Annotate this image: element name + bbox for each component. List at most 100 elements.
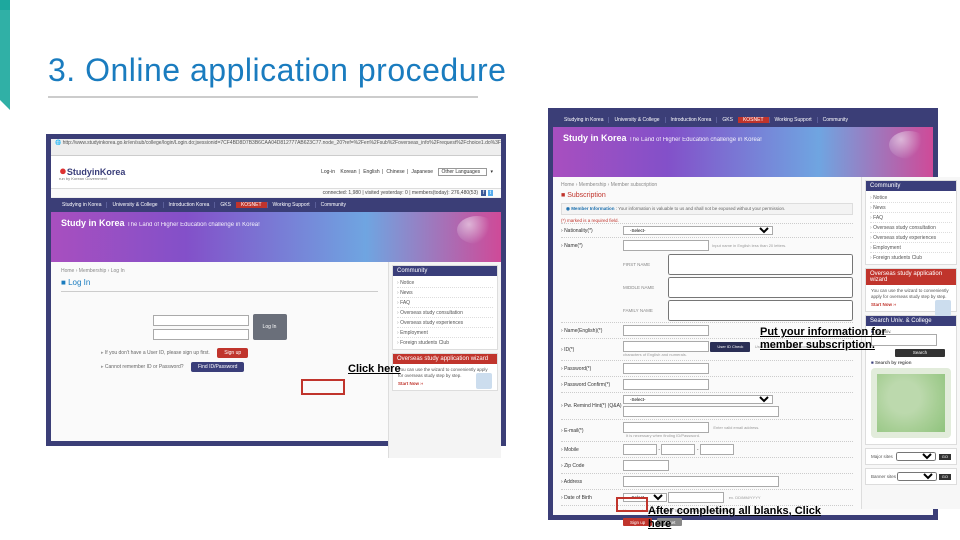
label-mobile: › Mobile xyxy=(561,447,623,453)
nav2-kosnet[interactable]: KOSNET xyxy=(738,117,769,123)
go-button-1[interactable]: GO xyxy=(939,454,951,459)
nav-kosnet[interactable]: KOSNET xyxy=(236,202,267,208)
nationality-select[interactable]: -Select- xyxy=(623,226,773,235)
sidebar-item-consult[interactable]: Overseas study consultation xyxy=(397,307,493,317)
s2-item-exp[interactable]: Overseas study experiences xyxy=(870,232,952,242)
label-middle: MIDDLE NAME xyxy=(623,285,665,290)
lang-chinese[interactable]: Chinese xyxy=(386,169,404,175)
nav-community[interactable]: Community xyxy=(315,202,351,208)
sidebar-item-club[interactable]: Foreign students Club xyxy=(397,337,493,347)
annotation-after-blanks: After completing all blanks, Click here xyxy=(648,505,838,530)
id-input[interactable] xyxy=(623,341,709,352)
site-logo[interactable]: ●StudyinKorea run by Korean Government xyxy=(59,164,125,181)
mobile-1[interactable] xyxy=(623,444,657,455)
s2-item-club[interactable]: Foreign students Club xyxy=(870,252,952,262)
nav-intro[interactable]: Introduction Korea xyxy=(163,202,215,208)
login-form: Log In xyxy=(61,314,378,340)
sidebar: Community Notice News FAQ Overseas study… xyxy=(388,262,501,458)
find-id-button[interactable]: Find ID/Password xyxy=(191,362,244,372)
pw-input[interactable] xyxy=(623,363,709,374)
s2-search-header: Search Univ. & College xyxy=(866,316,956,326)
name-input[interactable] xyxy=(623,240,709,251)
go-button-2[interactable]: GO xyxy=(939,474,951,479)
lang-english[interactable]: English xyxy=(363,169,379,175)
label-zip: › Zip Code xyxy=(561,463,623,469)
annotation-put-info: Put your information for member subscrip… xyxy=(760,326,920,351)
globe-icon: 🌐 xyxy=(55,140,61,146)
hint-answer-input[interactable] xyxy=(623,406,779,417)
nav2-studying[interactable]: Studying in Korea xyxy=(559,117,608,123)
nav-working[interactable]: Working Support xyxy=(267,202,315,208)
nav-gks[interactable]: GKS xyxy=(214,202,236,208)
banner-sites-select[interactable] xyxy=(897,472,937,481)
s2-wizard-header: Overseas study application wizard xyxy=(866,269,956,285)
s2-item-consult[interactable]: Overseas study consultation xyxy=(870,222,952,232)
sidebar-community-header: Community xyxy=(393,266,497,276)
id-check-button[interactable]: User ID Check xyxy=(710,342,750,352)
s2-item-emp[interactable]: Employment xyxy=(870,242,952,252)
s2-item-news[interactable]: News xyxy=(870,202,952,212)
nav2-university[interactable]: University & College xyxy=(608,117,664,123)
name-en-input[interactable] xyxy=(623,325,709,336)
label-name-en: › Name(English)(*) xyxy=(561,328,623,334)
label-pw: › Password(*) xyxy=(561,366,623,372)
sidebar-item-faq[interactable]: FAQ xyxy=(397,297,493,307)
subscription-heading: Subscription xyxy=(561,192,853,199)
s2-item-faq[interactable]: FAQ xyxy=(870,212,952,222)
twitter-icon[interactable]: t xyxy=(488,190,493,196)
login-button[interactable]: Log In xyxy=(253,314,287,340)
language-bar: Log-in Korean| English| Chinese| Japanes… xyxy=(319,168,493,176)
nav2-community[interactable]: Community xyxy=(817,117,853,123)
title-underline xyxy=(48,96,478,98)
nav2-working[interactable]: Working Support xyxy=(769,117,817,123)
nav2-gks[interactable]: GKS xyxy=(716,117,738,123)
label-nationality: › Nationality(*) xyxy=(561,228,623,234)
facebook-icon[interactable]: f xyxy=(481,190,486,196)
sidebar-item-employment[interactable]: Employment xyxy=(397,327,493,337)
annotation-click-here: Click here xyxy=(348,363,401,376)
firstname-input[interactable] xyxy=(668,254,853,275)
userid-input[interactable] xyxy=(153,315,249,326)
member-info-box: ◉ Member Information : Your information … xyxy=(561,203,853,215)
email-input[interactable] xyxy=(623,422,709,433)
sidebar-item-notice[interactable]: Notice xyxy=(397,278,493,287)
hint-select[interactable]: -Select- xyxy=(623,395,773,404)
label-email: › E-mail(*) xyxy=(561,428,623,434)
signup-hint: If you don't have a User ID, please sign… xyxy=(101,348,378,358)
addr-input[interactable] xyxy=(623,476,779,487)
login-link[interactable]: Log-in xyxy=(321,169,335,175)
other-languages-select[interactable]: Other Languages xyxy=(438,168,487,176)
hero-banner-2: Study in Korea The Land of Higher Educat… xyxy=(553,127,933,177)
lang-korean[interactable]: Korean xyxy=(340,169,356,175)
nav2-intro[interactable]: Introduction Korea xyxy=(665,117,717,123)
dob-input[interactable] xyxy=(668,492,724,503)
nav-studying[interactable]: Studying in Korea xyxy=(57,202,106,208)
sidebar-item-news[interactable]: News xyxy=(397,287,493,297)
familyname-input[interactable] xyxy=(668,300,853,321)
label-family: FAMILY NAME xyxy=(623,308,665,313)
lang-japanese[interactable]: Japanese xyxy=(411,169,433,175)
hero-banner: Study in Korea The Land of Higher Educat… xyxy=(51,212,501,262)
browser-address-bar[interactable]: 🌐 http://www.studyinkorea.go.kr/en/sub/c… xyxy=(51,139,501,156)
password-input[interactable] xyxy=(153,329,249,340)
wizard-start-link[interactable]: Start Now ›› xyxy=(398,381,423,387)
main-nav: Studying in Korea University & College I… xyxy=(51,198,501,212)
pwc-input[interactable] xyxy=(623,379,709,390)
major-sites-select[interactable] xyxy=(896,452,936,461)
login-heading: Log In xyxy=(61,278,378,287)
sidebar-item-experiences[interactable]: Overseas study experiences xyxy=(397,317,493,327)
site-stats: connected: 1,980 | visited yesterday: 0 … xyxy=(51,189,501,198)
site-header: ●StudyinKorea run by Korean Government L… xyxy=(51,156,501,189)
signup-button[interactable]: Sign up xyxy=(217,348,248,358)
screenshot-login-page: 🌐 http://www.studyinkorea.go.kr/en/sub/c… xyxy=(46,134,506,446)
mobile-2[interactable] xyxy=(661,444,695,455)
s2-item-notice[interactable]: Notice xyxy=(870,193,952,202)
mobile-3[interactable] xyxy=(700,444,734,455)
login-main: Home › Membership › Log In Log In Log In… xyxy=(51,262,388,458)
korea-map[interactable] xyxy=(871,368,951,438)
zip-input[interactable] xyxy=(623,460,669,471)
wizard-icon xyxy=(476,373,492,389)
nav-university[interactable]: University & College xyxy=(106,202,162,208)
s2-wizard-start[interactable]: Start Now ›› xyxy=(871,302,896,308)
middlename-input[interactable] xyxy=(668,277,853,298)
